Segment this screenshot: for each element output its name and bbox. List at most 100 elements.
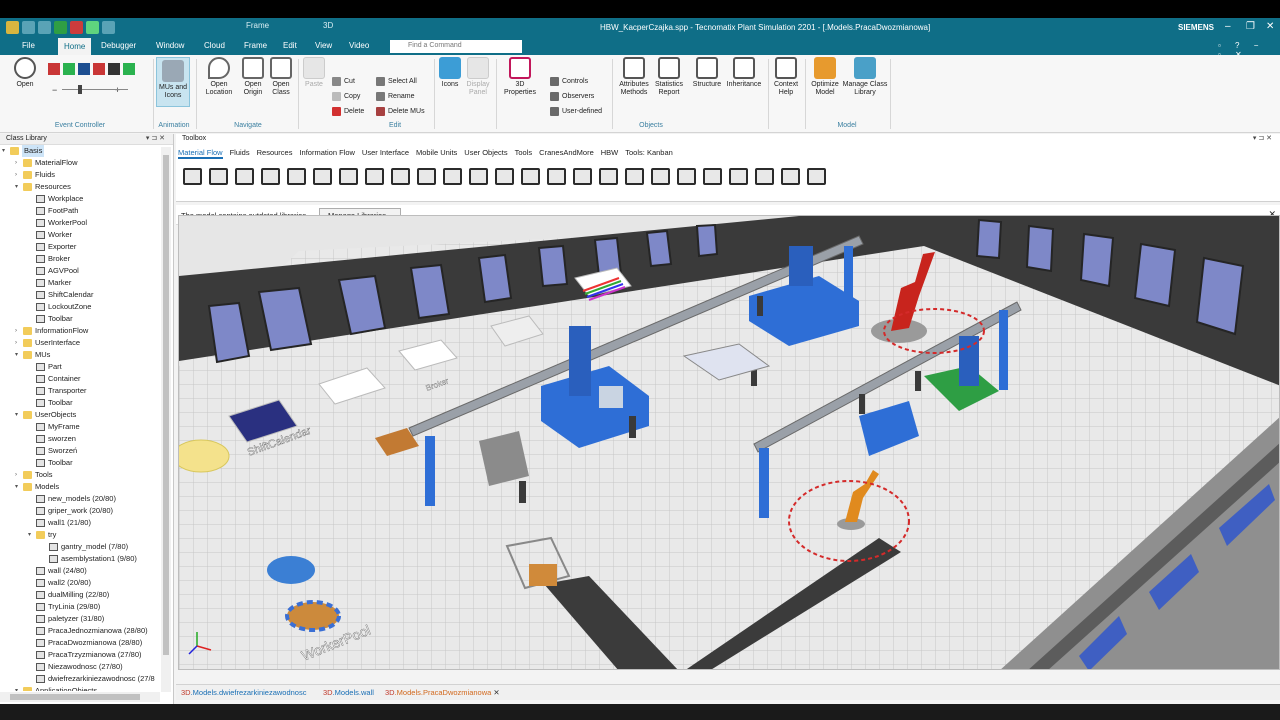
menu-cloud[interactable]: Cloud bbox=[204, 41, 225, 50]
chevron-down-icon[interactable]: ▾ bbox=[28, 529, 31, 541]
tree-item[interactable]: PracaDwozmianowa (28/80) bbox=[0, 637, 160, 649]
tree-item[interactable]: sworzen bbox=[0, 433, 160, 445]
minimize-icon[interactable]: – bbox=[1225, 21, 1231, 32]
panel-controls-icons[interactable]: ▾ ⊐ ✕ bbox=[1253, 134, 1272, 142]
tree-item[interactable]: paletyzer (31/80) bbox=[0, 613, 160, 625]
fast-forward-icon[interactable] bbox=[108, 63, 120, 75]
toolbox-tab[interactable]: Information Flow bbox=[299, 147, 354, 159]
toolbox-object-icon[interactable] bbox=[414, 165, 436, 185]
toolbox-object-icon[interactable] bbox=[232, 165, 254, 185]
context-help-button[interactable]: Context Help bbox=[770, 57, 802, 97]
toolbox-tab[interactable]: Tools bbox=[515, 147, 533, 159]
tree-item[interactable]: PracaTrzyzmianowa (27/80) bbox=[0, 649, 160, 661]
toolbox-tab[interactable]: Fluids bbox=[230, 147, 250, 159]
chevron-right-icon[interactable]: › bbox=[15, 469, 17, 481]
tree-item[interactable]: new_models (20/80) bbox=[0, 493, 160, 505]
delete-button[interactable]: Delete bbox=[332, 107, 364, 116]
tree-item[interactable]: TryLinia (29/80) bbox=[0, 601, 160, 613]
chevron-right-icon[interactable]: › bbox=[15, 325, 17, 337]
tree-item[interactable]: griper_work (20/80) bbox=[0, 505, 160, 517]
pointer-icon[interactable] bbox=[180, 165, 202, 185]
tree-item[interactable]: Container bbox=[0, 373, 160, 385]
toolbox-object-icon[interactable] bbox=[388, 165, 410, 185]
toolbox-object-icon[interactable] bbox=[700, 165, 722, 185]
toolbox-tab[interactable]: Resources bbox=[257, 147, 293, 159]
tree-item[interactable]: FootPath bbox=[0, 205, 160, 217]
chevron-down-icon[interactable]: ▾ bbox=[15, 481, 18, 493]
chevron-down-icon[interactable]: ▾ bbox=[15, 409, 18, 421]
stop-icon[interactable] bbox=[70, 21, 83, 34]
open-location-button[interactable]: Open Location bbox=[202, 57, 236, 97]
start-icon[interactable] bbox=[86, 21, 99, 34]
tree-item[interactable]: WorkerPool bbox=[0, 217, 160, 229]
toolbox-tab[interactable]: CranesAndMore bbox=[539, 147, 594, 159]
tree-item[interactable]: › MaterialFlow bbox=[0, 157, 160, 169]
paste-button[interactable]: Paste bbox=[302, 57, 326, 89]
open-button[interactable]: Open bbox=[10, 57, 40, 89]
icons-button[interactable]: Icons bbox=[438, 57, 462, 89]
find-command-input[interactable]: Find a Command bbox=[390, 40, 522, 53]
chevron-right-icon[interactable]: › bbox=[15, 337, 17, 349]
tree-item[interactable]: Marker bbox=[0, 277, 160, 289]
toolbox-object-icon[interactable] bbox=[570, 165, 592, 185]
inheritance-button[interactable]: Inheritance bbox=[724, 57, 764, 89]
tree-item[interactable]: Niezawodnosc (27/80) bbox=[0, 661, 160, 673]
tree-item[interactable]: wall1 (21/80) bbox=[0, 517, 160, 529]
slider-thumb[interactable] bbox=[78, 85, 82, 94]
toolbox-object-icon[interactable] bbox=[336, 165, 358, 185]
tree-item[interactable]: Workplace bbox=[0, 193, 160, 205]
toolbox-object-icon[interactable] bbox=[674, 165, 696, 185]
mus-and-icons-button[interactable]: MUs and Icons bbox=[156, 57, 190, 107]
toolbox-object-icon[interactable] bbox=[778, 165, 800, 185]
toolbox-tab[interactable]: Tools: Kanban bbox=[625, 147, 673, 159]
cut-button[interactable]: Cut bbox=[332, 77, 355, 86]
toolbox-object-icon[interactable] bbox=[596, 165, 618, 185]
tree-item[interactable]: Part bbox=[0, 361, 160, 373]
tree-item[interactable]: › InformationFlow bbox=[0, 325, 160, 337]
structure-button[interactable]: Structure bbox=[690, 57, 724, 89]
toolbox-object-icon[interactable] bbox=[726, 165, 748, 185]
copy-button[interactable]: Copy bbox=[332, 92, 360, 101]
scroll-thumb[interactable] bbox=[163, 155, 169, 655]
user-defined-button[interactable]: User-defined bbox=[550, 107, 602, 116]
menu-frame[interactable]: Frame bbox=[244, 41, 267, 50]
toolbox-object-icon[interactable] bbox=[648, 165, 670, 185]
tree-item[interactable]: Toolbar bbox=[0, 313, 160, 325]
chevron-right-icon[interactable]: › bbox=[15, 169, 17, 181]
optimize-model-button[interactable]: Optimize Model bbox=[808, 57, 842, 97]
document-tab[interactable]: 3D.Models.dwiefrezarkiniezawodnosc bbox=[181, 688, 306, 697]
toolbox-object-icon[interactable] bbox=[752, 165, 774, 185]
menu-file[interactable]: File bbox=[22, 41, 35, 50]
menu-video[interactable]: Video bbox=[349, 41, 369, 50]
start-icon[interactable] bbox=[63, 63, 75, 75]
tree-item[interactable]: Worker bbox=[0, 229, 160, 241]
tree-item[interactable]: ▾ ApplicationObjects bbox=[0, 685, 160, 691]
menu-debugger[interactable]: Debugger bbox=[101, 41, 136, 50]
tree-horizontal-scrollbar[interactable] bbox=[0, 692, 160, 702]
tree-item[interactable]: Toolbar bbox=[0, 397, 160, 409]
tree-item[interactable]: wall (24/80) bbox=[0, 565, 160, 577]
tree-item[interactable]: Transporter bbox=[0, 385, 160, 397]
manage-class-library-button[interactable]: Manage Class Library bbox=[842, 57, 888, 97]
chevron-down-icon[interactable]: ▾ bbox=[15, 349, 18, 361]
menu-edit[interactable]: Edit bbox=[283, 41, 297, 50]
toolbox-object-icon[interactable] bbox=[206, 165, 228, 185]
tree-item[interactable]: MyFrame bbox=[0, 421, 160, 433]
tree-item[interactable]: ▾ UserObjects bbox=[0, 409, 160, 421]
chevron-down-icon[interactable]: ▾ bbox=[15, 685, 18, 691]
tree-item[interactable]: gantry_model (7/80) bbox=[0, 541, 160, 553]
document-tab[interactable]: 3D.Models.wall bbox=[323, 688, 374, 697]
3d-view[interactable]: ShiftCalendar WorkerPool Broker bbox=[178, 215, 1280, 670]
toolbox-object-icon[interactable] bbox=[466, 165, 488, 185]
tree-item[interactable]: wall2 (20/80) bbox=[0, 577, 160, 589]
delete-mus-button[interactable]: Delete MUs bbox=[376, 107, 425, 116]
observers-button[interactable]: Observers bbox=[550, 92, 594, 101]
tree-item[interactable]: › Tools bbox=[0, 469, 160, 481]
maximize-icon[interactable]: ❐ bbox=[1246, 21, 1255, 32]
reset-icon[interactable] bbox=[48, 63, 60, 75]
tree-item[interactable]: ▾ Basis bbox=[0, 145, 160, 157]
toolbox-tab[interactable]: User Interface bbox=[362, 147, 409, 159]
tree-item[interactable]: Toolbar bbox=[0, 457, 160, 469]
stop-icon[interactable] bbox=[93, 63, 105, 75]
step-icon[interactable] bbox=[78, 63, 90, 75]
